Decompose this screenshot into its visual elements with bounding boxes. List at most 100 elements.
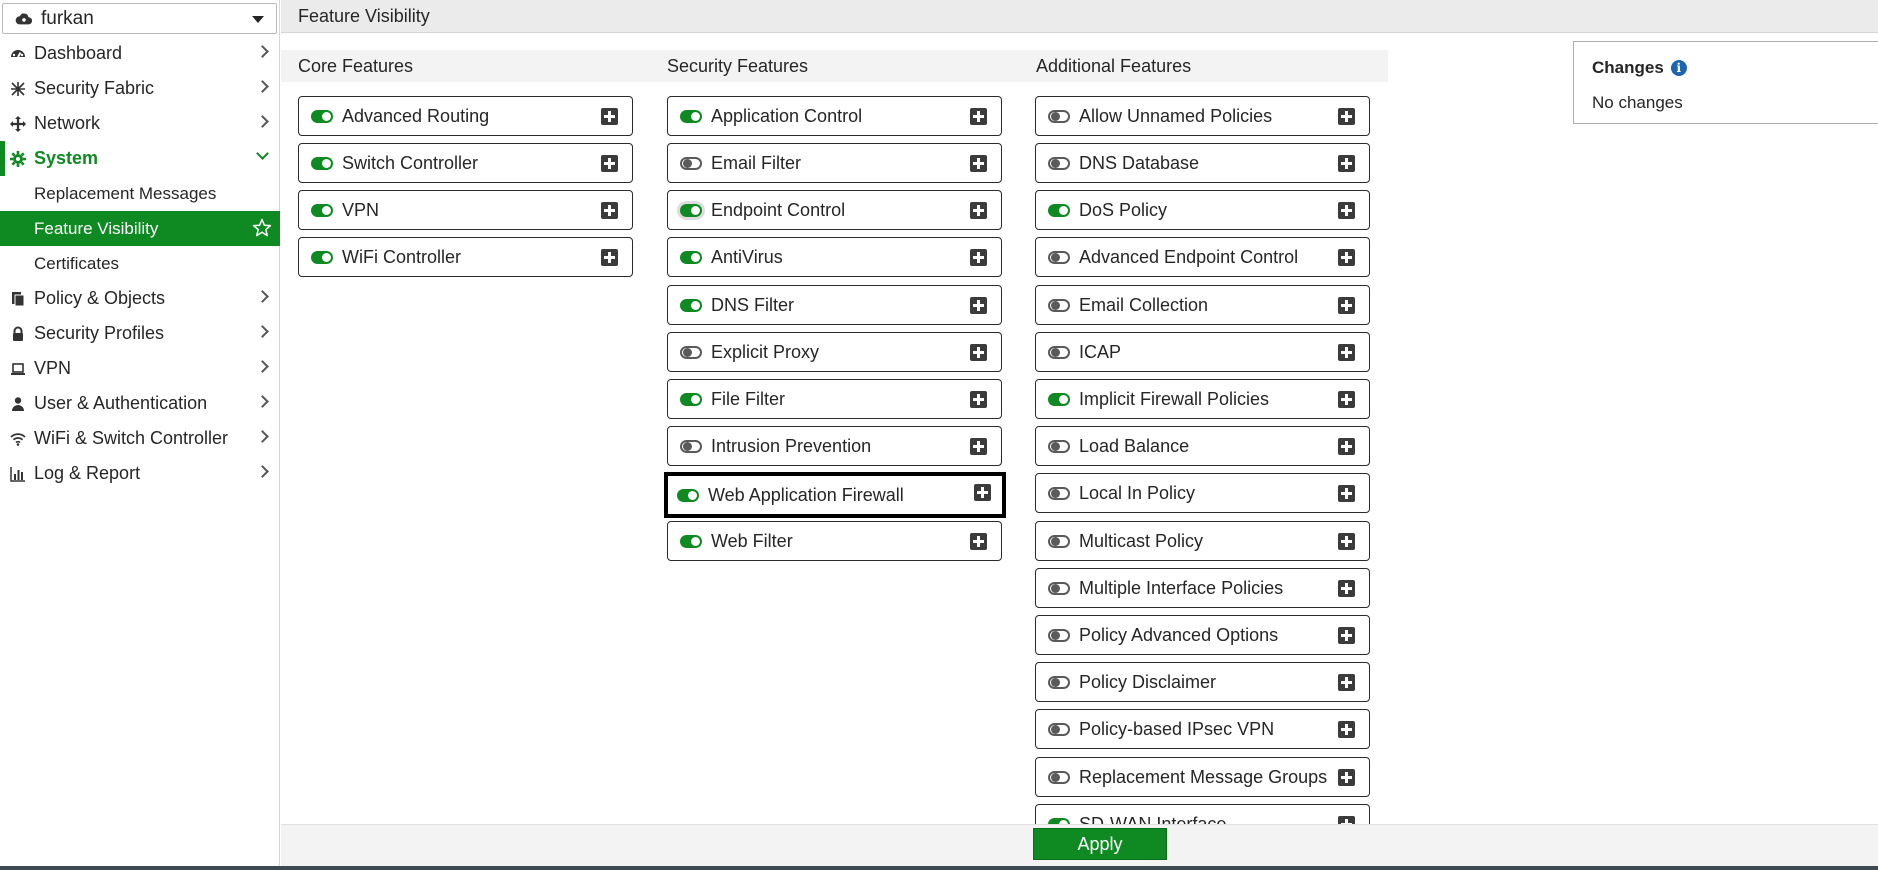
toggle-switch[interactable] bbox=[680, 345, 702, 359]
plus-icon[interactable] bbox=[1338, 533, 1355, 550]
plus-icon[interactable] bbox=[1338, 391, 1355, 408]
additional-features-list[interactable]: Allow Unnamed Policies DNS Database DoS … bbox=[1035, 94, 1375, 824]
feature-card[interactable]: DNS Database bbox=[1035, 143, 1370, 183]
plus-icon[interactable] bbox=[1338, 344, 1355, 361]
toggle-switch[interactable] bbox=[1048, 109, 1070, 123]
sidebar-item-user-authentication[interactable]: User & Authentication bbox=[0, 386, 280, 421]
feature-card[interactable]: AntiVirus bbox=[667, 237, 1002, 277]
toggle-switch[interactable] bbox=[1048, 628, 1070, 642]
plus-icon[interactable] bbox=[1338, 249, 1355, 266]
plus-icon[interactable] bbox=[1338, 297, 1355, 314]
plus-icon[interactable] bbox=[1338, 485, 1355, 502]
toggle-switch[interactable] bbox=[680, 298, 702, 312]
plus-icon[interactable] bbox=[974, 484, 991, 501]
feature-card[interactable]: Policy Disclaimer bbox=[1035, 662, 1370, 702]
toggle-switch[interactable] bbox=[677, 488, 699, 502]
toggle-switch[interactable] bbox=[680, 250, 702, 264]
plus-icon[interactable] bbox=[970, 108, 987, 125]
plus-icon[interactable] bbox=[970, 249, 987, 266]
info-icon[interactable]: i bbox=[1670, 60, 1687, 76]
feature-card[interactable]: DNS Filter bbox=[667, 285, 1002, 325]
toggle-switch[interactable] bbox=[680, 534, 702, 548]
sidebar-subitem-replacement-messages[interactable]: Replacement Messages bbox=[0, 176, 280, 211]
plus-icon[interactable] bbox=[970, 344, 987, 361]
feature-card[interactable]: Multicast Policy bbox=[1035, 521, 1370, 561]
plus-icon[interactable] bbox=[601, 202, 618, 219]
feature-card[interactable]: Email Collection bbox=[1035, 285, 1370, 325]
feature-card[interactable]: Policy-based IPsec VPN bbox=[1035, 709, 1370, 749]
feature-card[interactable]: ICAP bbox=[1035, 332, 1370, 372]
plus-icon[interactable] bbox=[1338, 627, 1355, 644]
feature-card[interactable]: Advanced Routing bbox=[298, 96, 633, 136]
toggle-switch[interactable] bbox=[311, 156, 333, 170]
plus-icon[interactable] bbox=[1338, 108, 1355, 125]
sidebar-item-security-profiles[interactable]: Security Profiles bbox=[0, 316, 280, 351]
plus-icon[interactable] bbox=[1338, 155, 1355, 172]
feature-card[interactable]: VPN bbox=[298, 190, 633, 230]
toggle-switch[interactable] bbox=[680, 109, 702, 123]
plus-icon[interactable] bbox=[1338, 721, 1355, 738]
toggle-switch[interactable] bbox=[1048, 203, 1070, 217]
toggle-switch[interactable] bbox=[1048, 534, 1070, 548]
sidebar-subitem-certificates[interactable]: Certificates bbox=[0, 246, 280, 281]
sidebar-item-wifi-switch[interactable]: WiFi & Switch Controller bbox=[0, 421, 280, 456]
plus-icon[interactable] bbox=[1338, 438, 1355, 455]
feature-card[interactable]: Multiple Interface Policies bbox=[1035, 568, 1370, 608]
plus-icon[interactable] bbox=[970, 533, 987, 550]
toggle-switch[interactable] bbox=[680, 156, 702, 170]
plus-icon[interactable] bbox=[970, 391, 987, 408]
sidebar-item-dashboard[interactable]: Dashboard bbox=[0, 36, 280, 71]
apply-button[interactable]: Apply bbox=[1033, 828, 1167, 860]
toggle-switch[interactable] bbox=[1048, 675, 1070, 689]
feature-card[interactable]: DoS Policy bbox=[1035, 190, 1370, 230]
feature-card[interactable]: Explicit Proxy bbox=[667, 332, 1002, 372]
feature-card[interactable]: WiFi Controller bbox=[298, 237, 633, 277]
feature-card[interactable]: Email Filter bbox=[667, 143, 1002, 183]
feature-card[interactable]: SD-WAN Interface bbox=[1035, 804, 1370, 824]
feature-card[interactable]: Policy Advanced Options bbox=[1035, 615, 1370, 655]
toggle-switch[interactable] bbox=[1048, 392, 1070, 406]
feature-card[interactable]: Replacement Message Groups bbox=[1035, 757, 1370, 797]
plus-icon[interactable] bbox=[601, 155, 618, 172]
plus-icon[interactable] bbox=[970, 202, 987, 219]
sidebar-subitem-feature-visibility[interactable]: Feature Visibility bbox=[0, 211, 280, 246]
toggle-switch[interactable] bbox=[1048, 770, 1070, 784]
toggle-switch[interactable] bbox=[1048, 722, 1070, 736]
toggle-switch[interactable] bbox=[1048, 439, 1070, 453]
feature-card[interactable]: Load Balance bbox=[1035, 426, 1370, 466]
plus-icon[interactable] bbox=[1338, 769, 1355, 786]
feature-card[interactable]: Endpoint Control bbox=[667, 190, 1002, 230]
toggle-switch[interactable] bbox=[1048, 298, 1070, 312]
toggle-switch[interactable] bbox=[1048, 156, 1070, 170]
feature-card[interactable]: Web Filter bbox=[667, 521, 1002, 561]
plus-icon[interactable] bbox=[970, 438, 987, 455]
feature-card[interactable]: Switch Controller bbox=[298, 143, 633, 183]
feature-card[interactable]: Allow Unnamed Policies bbox=[1035, 96, 1370, 136]
toggle-switch[interactable] bbox=[1048, 581, 1070, 595]
plus-icon[interactable] bbox=[970, 155, 987, 172]
plus-icon[interactable] bbox=[1338, 816, 1355, 824]
star-icon[interactable] bbox=[252, 218, 272, 238]
sidebar-item-log-report[interactable]: Log & Report bbox=[0, 456, 280, 491]
plus-icon[interactable] bbox=[601, 249, 618, 266]
feature-card[interactable]: Local In Policy bbox=[1035, 473, 1370, 513]
toggle-switch[interactable] bbox=[311, 250, 333, 264]
plus-icon[interactable] bbox=[1338, 580, 1355, 597]
feature-card[interactable]: Advanced Endpoint Control bbox=[1035, 237, 1370, 277]
feature-card[interactable]: Implicit Firewall Policies bbox=[1035, 379, 1370, 419]
sidebar-item-vpn[interactable]: VPN bbox=[0, 351, 280, 386]
plus-icon[interactable] bbox=[970, 297, 987, 314]
plus-icon[interactable] bbox=[1338, 674, 1355, 691]
toggle-switch[interactable] bbox=[1048, 486, 1070, 500]
toggle-switch[interactable] bbox=[311, 109, 333, 123]
toggle-switch[interactable] bbox=[1048, 345, 1070, 359]
sidebar-item-system[interactable]: System bbox=[0, 141, 280, 176]
feature-card[interactable]: File Filter bbox=[667, 379, 1002, 419]
feature-card-highlighted[interactable]: Web Application Firewall bbox=[664, 472, 1006, 518]
vdom-selector[interactable]: furkan bbox=[2, 3, 277, 34]
toggle-switch[interactable] bbox=[680, 392, 702, 406]
toggle-switch[interactable] bbox=[311, 203, 333, 217]
sidebar-item-security-fabric[interactable]: Security Fabric bbox=[0, 71, 280, 106]
toggle-switch[interactable] bbox=[1048, 250, 1070, 264]
feature-card[interactable]: Application Control bbox=[667, 96, 1002, 136]
